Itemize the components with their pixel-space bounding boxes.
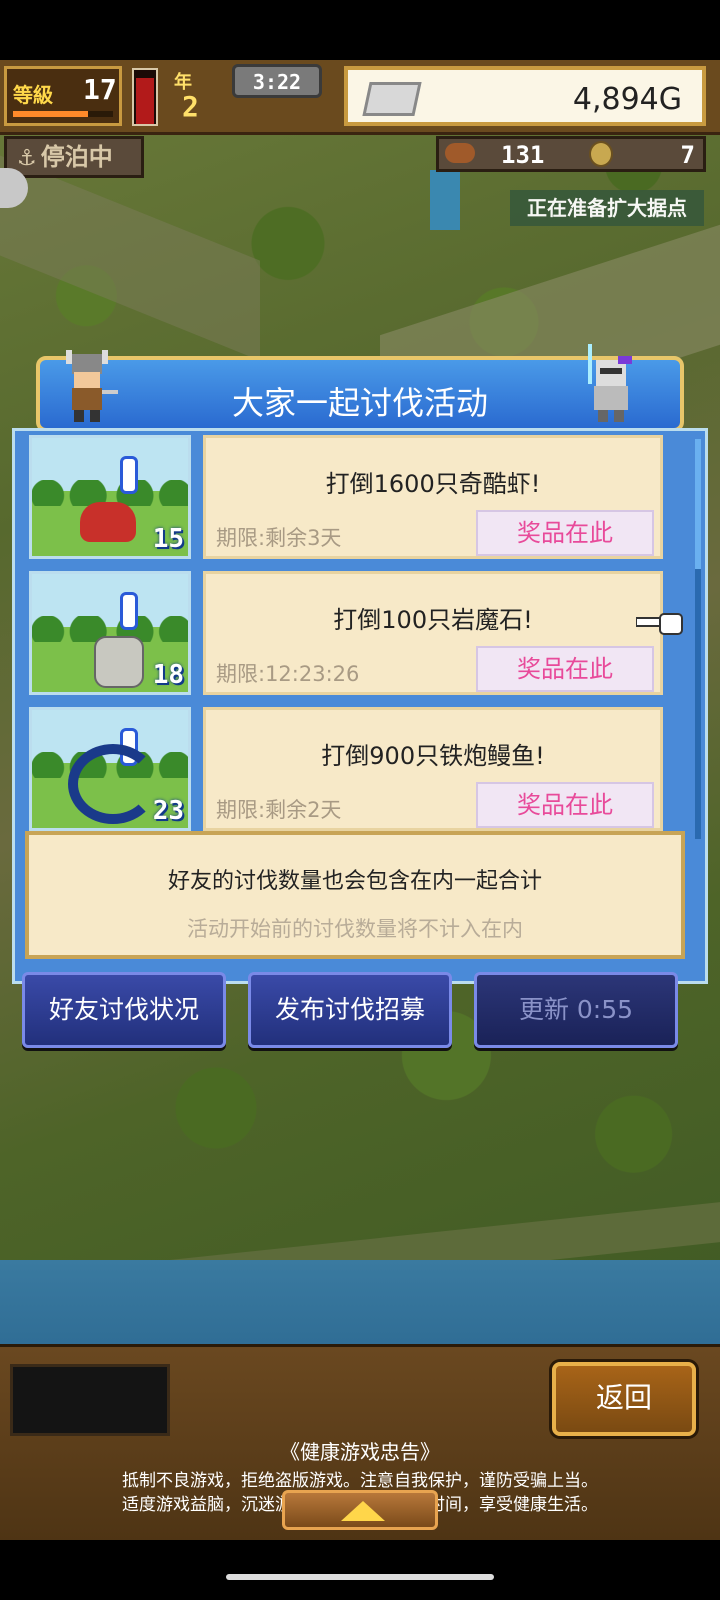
arrow-up-icon <box>341 1501 385 1521</box>
xp-bar <box>13 111 113 117</box>
level-panel: 等級 17 <box>4 66 122 126</box>
quest-item[interactable]: 18 打倒100只岩魔石! 期限:12:23:26 奖品在此 <box>25 567 685 695</box>
refresh-button[interactable]: 更新 0:55 <box>474 972 678 1048</box>
quest-title: 打倒900只铁炮鳗鱼! <box>321 742 545 770</box>
alert-mark-icon <box>120 592 138 630</box>
rock-monster-icon <box>94 636 144 688</box>
home-indicator[interactable] <box>226 1574 494 1580</box>
reward-button[interactable]: 奖品在此 <box>476 646 654 692</box>
quest-item[interactable]: 23 打倒900只铁炮鳗鱼! 期限:剩余2天 奖品在此 <box>25 703 685 831</box>
status-bar <box>0 0 720 60</box>
reward-button[interactable]: 奖品在此 <box>476 782 654 828</box>
info-sub-text: 活动开始前的讨伐数量将不计入在内 <box>187 917 523 941</box>
expand-base-notice[interactable]: 正在准备扩大据点 <box>510 190 704 226</box>
quest-card: 打倒100只岩魔石! 期限:12:23:26 奖品在此 <box>203 571 663 695</box>
eel-monster-icon <box>68 744 158 824</box>
stamina-gauge <box>132 68 158 126</box>
resource-panel: 131 7 <box>436 136 706 172</box>
health-advice-line: 抵制不良游戏，拒绝盗版游戏。注意自我保护，谨防受骗上当。 <box>122 1471 598 1491</box>
year-panel: 年 2 <box>168 66 228 126</box>
hunt-event-dialog: 15 打倒1600只奇酷虾! 期限:剩余3天 奖品在此 18 打倒100只岩魔石… <box>12 428 708 984</box>
monster-level: 18 <box>152 660 184 690</box>
scrollbar-thumb[interactable] <box>695 439 701 569</box>
meat-icon <box>445 143 475 163</box>
dock-status-label: 停泊中 <box>40 143 113 171</box>
anchor-icon: ⚓ <box>17 146 37 171</box>
xp-fill <box>13 111 88 117</box>
level-value: 17 <box>83 73 117 106</box>
monster-level: 15 <box>152 524 184 554</box>
info-main-text: 好友的讨伐数量也会包含在内一起合计 <box>167 869 542 894</box>
quest-card: 打倒900只铁炮鳗鱼! 期限:剩余2天 奖品在此 <box>203 707 663 831</box>
quest-list[interactable]: 15 打倒1600只奇酷虾! 期限:剩余3天 奖品在此 18 打倒100只岩魔石… <box>25 431 685 847</box>
stamina-fill <box>136 78 154 124</box>
quest-item[interactable]: 15 打倒1600只奇酷虾! 期限:剩余3天 奖品在此 <box>25 431 685 559</box>
silver-bar-icon <box>362 82 422 116</box>
level-label: 等級 <box>13 83 53 107</box>
empty-slot <box>10 1364 170 1436</box>
quest-title: 打倒1600只奇酷虾! <box>325 470 541 498</box>
money-panel: 4,894G <box>344 66 706 126</box>
medal-icon <box>589 141 613 167</box>
money-value: 4,894G <box>572 82 682 117</box>
expand-menu-button[interactable] <box>282 1490 438 1530</box>
quest-title: 打倒100只岩魔石! <box>333 606 533 634</box>
knight-hero-icon <box>588 344 632 422</box>
pointing-hand-icon <box>636 613 683 635</box>
friend-hunt-status-button[interactable]: 好友讨伐状况 <box>22 972 226 1048</box>
medal-value: 7 <box>680 141 695 169</box>
viking-hero-icon <box>66 350 118 422</box>
quest-deadline: 期限:12:23:26 <box>216 662 360 686</box>
back-button[interactable]: 返回 <box>552 1362 696 1436</box>
crab-monster-icon <box>80 502 136 542</box>
reward-button[interactable]: 奖品在此 <box>476 510 654 556</box>
dock-status-badge[interactable]: ⚓ 停泊中 <box>4 136 144 178</box>
game-clock: 3:22 <box>232 64 322 98</box>
alert-mark-icon <box>120 456 138 494</box>
event-info-box: 好友的讨伐数量也会包含在内一起合计 活动开始前的讨伐数量将不计入在内 <box>25 831 685 959</box>
quest-list-scrollbar[interactable] <box>695 439 701 839</box>
year-value: 2 <box>182 90 199 123</box>
quest-thumbnail: 15 <box>29 435 191 559</box>
quest-thumbnail: 18 <box>29 571 191 695</box>
waterfall <box>430 170 460 230</box>
quest-deadline: 期限:剩余3天 <box>216 526 342 550</box>
system-nav-bar <box>0 1540 720 1600</box>
health-advice-title: 《健康游戏忠告》 <box>280 1440 440 1464</box>
quest-deadline: 期限:剩余2天 <box>216 798 342 822</box>
quest-card: 打倒1600只奇酷虾! 期限:剩余3天 奖品在此 <box>203 435 663 559</box>
quest-thumbnail: 23 <box>29 707 191 831</box>
monster-level: 23 <box>152 796 184 826</box>
food-value: 131 <box>501 141 545 169</box>
post-hunt-recruit-button[interactable]: 发布讨伐招募 <box>248 972 452 1048</box>
